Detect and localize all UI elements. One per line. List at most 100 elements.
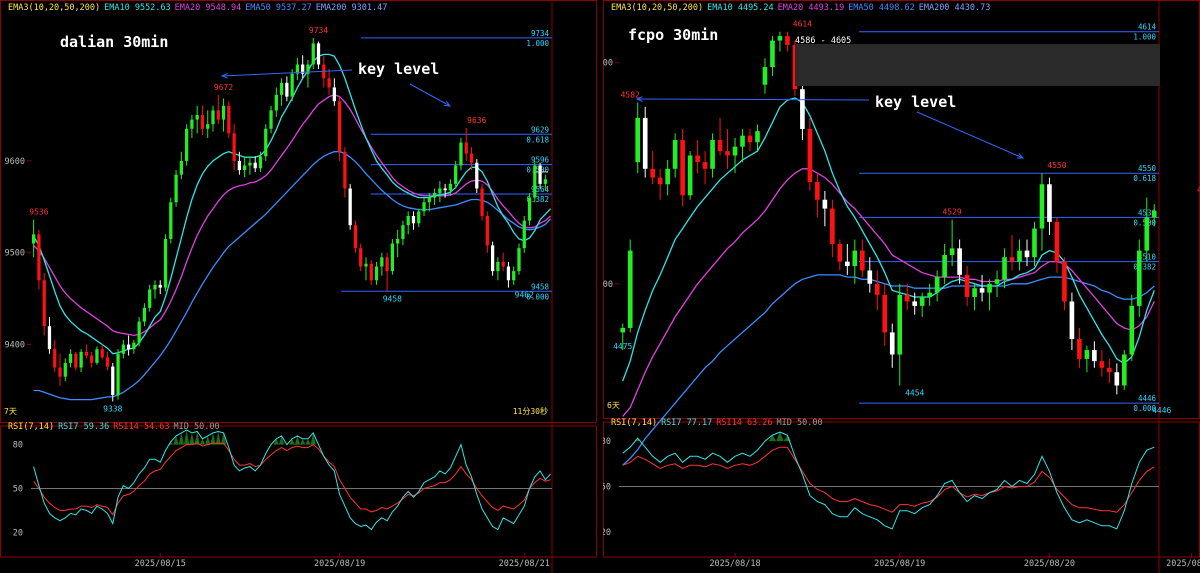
fib-ratio: 0.500	[526, 166, 549, 175]
candle-body	[1099, 361, 1105, 368]
candle-body	[427, 197, 431, 203]
candle-body	[1144, 217, 1150, 251]
rsi-header-label: RSI(7,14)	[8, 422, 54, 432]
key-level-arrow	[221, 69, 353, 77]
y-tick-label: 9600	[5, 157, 25, 167]
rsi-header-mid: MID 50.00	[777, 418, 823, 428]
range-note: 4586 - 4605	[795, 36, 851, 46]
candle-body	[37, 234, 41, 281]
candle-body	[897, 294, 903, 355]
candle-body	[912, 301, 918, 306]
fcpo-chart-panel: EMA3(10,20,50,200) EMA10 4495.24 EMA20 449…	[603, 0, 1200, 573]
extreme-price-label: 4529	[942, 208, 961, 217]
y-tick-label: 4500	[603, 280, 613, 290]
candle-body	[148, 289, 152, 308]
extreme-price-label: 4454	[905, 388, 924, 397]
candle-body	[95, 349, 99, 363]
candle-body	[740, 135, 745, 147]
ema-header-ema50: EMA50 9537.27	[245, 3, 312, 13]
candle-body	[480, 188, 484, 216]
candle-body	[380, 257, 384, 267]
candle-body	[1136, 250, 1142, 306]
candle-body	[770, 40, 775, 68]
dalian-chart-panel: EMA3(10,20,50,200) EMA10 9552.63 EMA20 954…	[0, 0, 597, 573]
candle-body	[74, 353, 78, 368]
candle-body	[337, 101, 342, 152]
fib-ratio: 0.382	[1133, 263, 1156, 272]
candle-body	[221, 105, 226, 120]
candle-body	[657, 177, 663, 185]
y-tick-label: 9400	[5, 341, 25, 351]
candle-body	[972, 288, 977, 298]
candle-body	[942, 255, 947, 278]
rsi14-line	[33, 442, 551, 516]
candle-body	[111, 366, 115, 396]
candle-body	[725, 151, 730, 156]
candle-body	[200, 115, 205, 129]
fib-price: 9734	[531, 29, 550, 38]
candle-body	[695, 155, 700, 163]
fib-price: 4550	[1138, 164, 1157, 173]
candle-body	[316, 43, 321, 65]
candle-body	[522, 220, 526, 249]
candle-body	[311, 43, 315, 65]
candle-body	[620, 327, 626, 333]
candle-body	[755, 131, 760, 143]
rsi-header-label: RSI(7,14)	[611, 418, 657, 428]
candle-body	[882, 294, 888, 333]
ema-header-ema50: EMA50 4498.62	[848, 3, 915, 13]
key-level-arrow	[409, 83, 451, 107]
key-level-arrow	[916, 111, 1024, 159]
note-box	[795, 44, 1160, 86]
candle-body	[348, 188, 352, 226]
candle-body	[142, 307, 147, 322]
candle-body	[475, 162, 479, 189]
candle-body	[680, 140, 685, 196]
candle-body	[390, 243, 395, 272]
chart-title: fcpo 30min	[628, 26, 718, 44]
candle-body	[58, 367, 62, 377]
key-level-label: key level	[875, 93, 956, 111]
fib-price: 4446	[1138, 394, 1157, 403]
candle-body	[732, 146, 738, 156]
candle-body	[635, 117, 641, 163]
candle-body	[63, 362, 67, 377]
rsi-header-rsi14: RSI14 54.63	[113, 422, 169, 432]
candle-body	[126, 344, 131, 350]
candle-body	[364, 263, 368, 267]
candle-body	[459, 142, 463, 166]
date-label: 2025/08/15	[135, 559, 186, 569]
candle-body	[53, 349, 57, 368]
candle-body	[762, 67, 768, 85]
candle-body	[1107, 367, 1112, 373]
candle-body	[702, 162, 708, 169]
ema20-line	[622, 168, 1155, 417]
candle-body	[237, 160, 242, 171]
timer-label: 11分30秒	[513, 406, 548, 416]
rsi7-line	[622, 431, 1155, 530]
candle-body	[417, 211, 421, 224]
ema-header: EMA3(10,20,50,200) EMA10 4495.24 EMA20 449…	[611, 3, 990, 13]
candle-body	[84, 351, 89, 356]
rsi-header: RSI(7,14) RSI7 77.17 RSI14 63.26 MID 50.00	[611, 418, 823, 428]
candle-body	[949, 248, 955, 256]
rsi-tick-label: 20	[13, 528, 23, 538]
candle-body	[454, 165, 458, 184]
rsi-tick-label: 50	[603, 483, 611, 493]
candle-body	[1054, 221, 1060, 262]
ema10-line	[622, 97, 1155, 382]
ema-header-ema10: EMA10 4495.24	[707, 3, 774, 13]
ema-header-ema20: EMA20 9548.94	[175, 3, 242, 13]
price-frame	[0, 0, 597, 423]
candle-body	[359, 248, 363, 267]
candle-body	[269, 110, 273, 129]
candle-body	[396, 238, 400, 244]
candle-body	[216, 110, 220, 120]
bar-count-label: 6天	[607, 401, 620, 410]
rsi-header-rsi7: RSI7 77.17	[661, 418, 712, 428]
date-label: 2025/08/21	[499, 559, 550, 569]
extreme-price-label: 9338	[103, 404, 122, 413]
candle-body	[100, 349, 104, 358]
rsi7-line	[33, 429, 551, 531]
candle-body	[650, 168, 656, 178]
